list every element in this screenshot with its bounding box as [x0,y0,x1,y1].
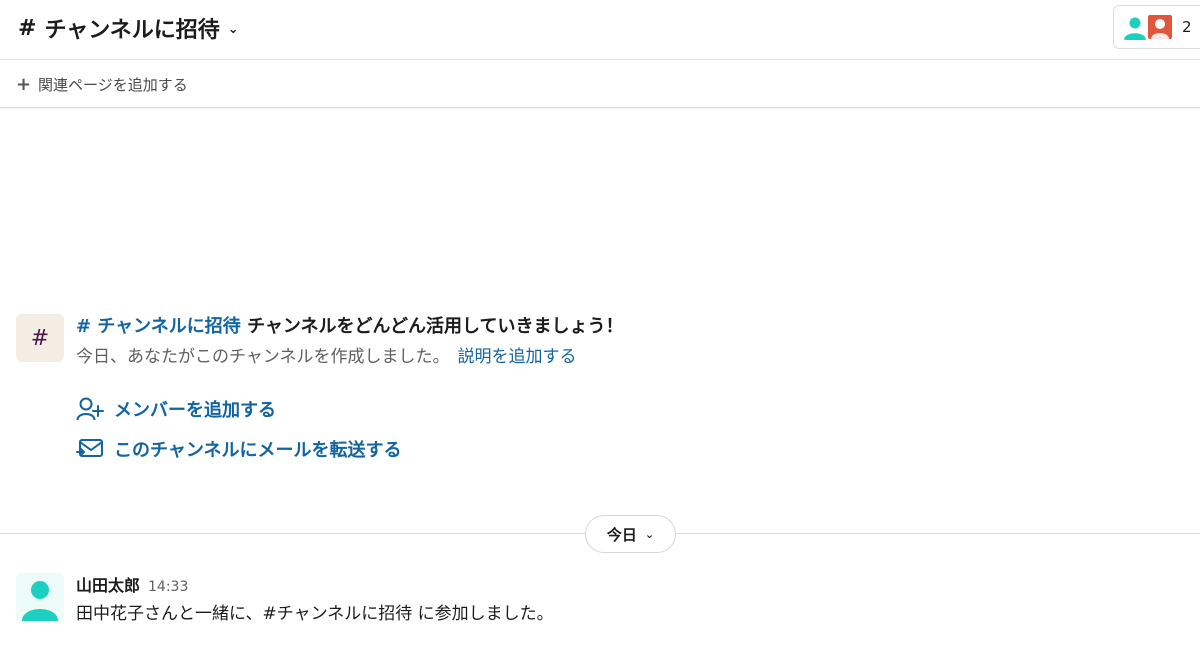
intro-headline-text: チャンネルをどんどん活用していきましょう！ [240,316,624,337]
hash-icon: # [18,15,37,41]
add-description-link[interactable]: 説明を追加する [458,347,577,367]
member-avatar-red [1146,13,1174,41]
channel-link[interactable]: # チャンネルに招待 [76,316,241,337]
chevron-down-icon: ⌄ [644,527,655,541]
message-author[interactable]: 山田太郎 [76,576,140,595]
add-members-button[interactable]: メンバーを追加する [76,396,276,422]
add-bookmark-label: 関連ページを追加する [38,75,188,94]
created-text: 今日、あなたがこのチャンネルを作成しました。 [76,347,450,367]
user-icon [22,581,58,621]
add-user-icon [76,397,104,421]
member-count: 2 [1182,18,1192,36]
member-avatar-teal [1122,14,1148,40]
user-icon [1124,17,1146,40]
plus-icon: + [16,73,32,95]
message-text: 田中花子さんと一緒に、#チャンネルに招待 に参加しました。 [76,604,554,624]
user-icon [1151,19,1169,39]
date-label: 今日 [606,525,637,544]
add-bookmark-button[interactable]: + 関連ページを追加する [0,61,1200,108]
intro-headline: # チャンネルに招待 チャンネルをどんどん活用していきましょう！ [76,312,623,338]
channel-hash-icon: # [16,314,64,362]
forward-email-button[interactable]: このチャンネルにメールを転送する [76,436,401,462]
add-members-label: メンバーを追加する [114,400,276,421]
forward-email-label: このチャンネルにメールを転送する [114,440,402,461]
channel-name: チャンネルに招待 [44,18,220,43]
channel-header: # チャンネルに招待 ⌄ 2 [0,0,1200,60]
chevron-down-icon: ⌄ [227,21,239,37]
message-timestamp[interactable]: 14:33 [148,579,188,595]
channel-title-button[interactable]: # チャンネルに招待 ⌄ [18,10,239,46]
message-header: 山田太郎 14:33 [76,572,188,596]
date-jump-button[interactable]: 今日 ⌄ [585,515,676,553]
members-button[interactable]: 2 [1113,5,1200,49]
avatar[interactable] [16,573,64,621]
email-icon [76,439,103,457]
intro-subtext: 今日、あなたがこのチャンネルを作成しました。 説明を追加する [76,342,577,367]
